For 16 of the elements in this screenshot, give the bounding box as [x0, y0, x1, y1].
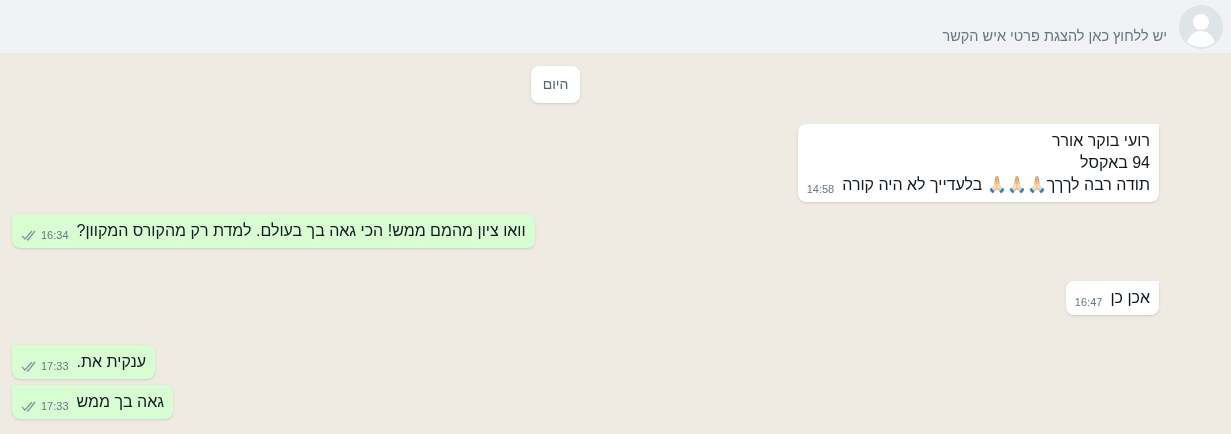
header-subtitle: יש ללחוץ כאן להצגת פרטי איש הקשר	[942, 26, 1167, 46]
message-text: תודה רבה לךךך🙏🏻🙏🏻🙏🏻 בלעדייך לא היה קורה	[842, 175, 1150, 195]
message-time: 14:58	[806, 182, 835, 197]
message-time: 17:33	[41, 359, 69, 374]
message-text: 94 באקסל	[1079, 153, 1150, 173]
message-text: ענקית את.	[76, 352, 147, 372]
message-time: 16:47	[1074, 295, 1103, 310]
avatar-icon	[1179, 4, 1223, 49]
message-text: וואו ציון מהמם ממש! הכי גאה בך בעולם. למדת רק מהקורס המקוון?	[76, 221, 526, 241]
message-time: 16:34	[41, 228, 69, 243]
message-text: רועי בוקר אורר	[1050, 131, 1150, 151]
date-pill: היום	[530, 66, 581, 103]
chat-header[interactable]: יש ללחוץ כאן להצגת פרטי איש הקשר	[0, 0, 1231, 53]
message-text: גאה בך ממש	[76, 392, 164, 412]
message-text: אכן כן	[1110, 288, 1150, 308]
message-time: 17:33	[41, 399, 69, 414]
